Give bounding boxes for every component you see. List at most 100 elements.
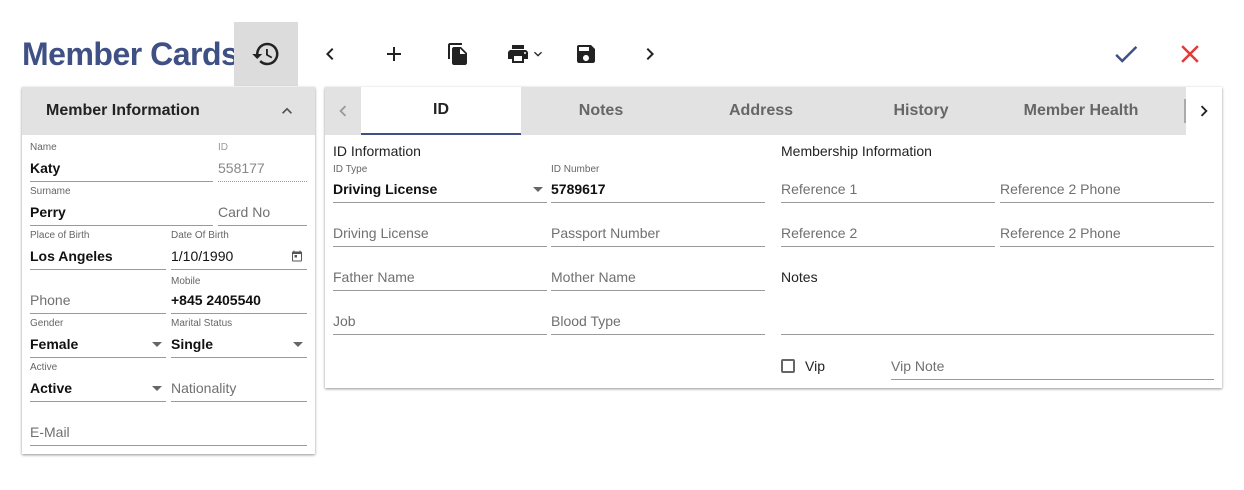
marital-status-label: Marital Status [171,318,233,329]
name-label: Name [30,142,57,153]
member-details-panel: ID Notes Address History Member Health I… [325,87,1222,388]
id-value: 558177 [218,160,265,176]
id-type-label: ID Type [333,164,368,175]
reference-2-phone-placeholder-2: Reference 2 Phone [1000,225,1121,241]
mobile-field[interactable]: Mobile +845 2405540 [171,274,307,314]
driving-license-field[interactable]: Driving License [333,208,547,247]
date-of-birth-value: 1/10/1990 [171,248,234,264]
vip-label: Vip [805,358,825,374]
passport-number-placeholder: Passport Number [551,225,660,241]
previous-button[interactable] [298,22,362,86]
close-button[interactable] [1158,22,1222,86]
job-placeholder: Job [333,313,356,329]
mobile-label: Mobile [171,276,201,287]
vip-note-placeholder: Vip Note [891,358,945,374]
gender-value: Female [30,336,79,352]
add-icon [387,47,401,61]
print-icon [508,45,528,63]
active-value: Active [30,380,73,396]
name-value: Katy [30,160,61,176]
tab-member-health[interactable]: Member Health [1001,87,1161,135]
next-button[interactable] [618,22,682,86]
id-label: ID [218,142,228,153]
chevron-right-icon [646,48,654,60]
reference-2-phone-placeholder: Reference 2 Phone [1000,181,1121,197]
reference-1-placeholder: Reference 1 [781,181,858,197]
chevron-up-icon[interactable] [277,101,297,121]
id-number-field[interactable]: ID Number 5789617 [551,164,765,203]
notes-textarea[interactable]: Notes [781,252,1214,335]
chevron-right-icon [1200,105,1208,117]
copy-icon [448,43,467,65]
chevron-down-icon [534,51,542,57]
card-no-field[interactable]: Card No [218,186,307,226]
dropdown-arrow-icon [293,342,303,347]
reference-2-placeholder: Reference 2 [781,225,858,241]
history-button[interactable] [234,22,298,86]
membership-information-title: Membership Information [781,143,932,159]
member-information-panel: Member Information Name Katy ID 558177 S… [22,87,315,454]
tab-scroll-right-button[interactable] [1186,87,1222,135]
passport-number-field[interactable]: Passport Number [551,208,765,247]
active-select[interactable]: Active Active [30,362,166,402]
surname-value: Perry [30,204,66,220]
card-no-placeholder: Card No [218,204,271,220]
phone-field[interactable]: Phone [30,274,166,314]
id-field: ID 558177 [218,142,307,182]
id-number-value: 5789617 [551,181,606,197]
page-title: Member Cards [22,36,239,72]
vip-checkbox[interactable] [781,359,795,373]
id-information-title: ID Information [333,143,421,159]
gender-label: Gender [30,318,64,329]
father-name-field[interactable]: Father Name [333,252,547,291]
check-icon [1115,45,1138,63]
tab-bar: ID Notes Address History Member Health [325,87,1222,135]
blood-type-placeholder: Blood Type [551,313,621,329]
chevron-left-icon [326,48,334,60]
driving-license-placeholder: Driving License [333,225,429,241]
reference-1-field[interactable]: Reference 1 [781,164,995,203]
mother-name-field[interactable]: Mother Name [551,252,765,291]
name-field[interactable]: Name Katy [30,142,213,182]
phone-placeholder: Phone [30,292,71,308]
gender-select[interactable]: Gender Female [30,318,166,358]
save-icon [577,45,595,63]
place-of-birth-field[interactable]: Place of Birth Los Angeles [30,230,166,270]
surname-field[interactable]: Surname Perry [30,186,213,226]
tab-scroll-left-button[interactable] [325,87,361,135]
tab-notes[interactable]: Notes [521,87,681,135]
marital-status-select[interactable]: Marital Status Single [171,318,307,358]
dropdown-arrow-icon [533,187,543,192]
confirm-button[interactable] [1094,22,1158,86]
copy-button[interactable] [426,22,490,86]
print-button[interactable] [490,22,562,86]
reference-2-phone-field-2[interactable]: Reference 2 Phone [1000,208,1214,247]
nationality-placeholder: Nationality [171,380,237,396]
id-type-select[interactable]: ID Type Driving License [333,164,547,203]
job-field[interactable]: Job [333,296,547,335]
notes-placeholder: Notes [781,269,818,285]
dropdown-arrow-icon [152,342,162,347]
member-information-header[interactable]: Member Information [22,87,315,135]
dropdown-arrow-icon [152,386,162,391]
email-field[interactable]: E-Mail [30,406,307,446]
blood-type-field[interactable]: Blood Type [551,296,765,335]
reference-2-phone-field[interactable]: Reference 2 Phone [1000,164,1214,203]
tab-address[interactable]: Address [681,87,841,135]
calendar-icon[interactable] [291,250,303,262]
vip-note-field[interactable]: Vip Note [891,341,1214,380]
date-of-birth-field[interactable]: Date Of Birth 1/10/1990 [171,230,307,270]
surname-label: Surname [30,186,71,197]
marital-status-value: Single [171,336,214,352]
place-of-birth-label: Place of Birth [30,230,90,241]
tab-history[interactable]: History [841,87,1001,135]
mother-name-placeholder: Mother Name [551,269,636,285]
tab-id[interactable]: ID [361,87,521,135]
save-button[interactable] [554,22,618,86]
member-information-title: Member Information [46,102,200,119]
nationality-field[interactable]: Nationality [171,362,307,402]
active-label: Active [30,362,58,373]
reference-2-field[interactable]: Reference 2 [781,208,995,247]
place-of-birth-value: Los Angeles [30,248,113,264]
add-button[interactable] [362,22,426,86]
